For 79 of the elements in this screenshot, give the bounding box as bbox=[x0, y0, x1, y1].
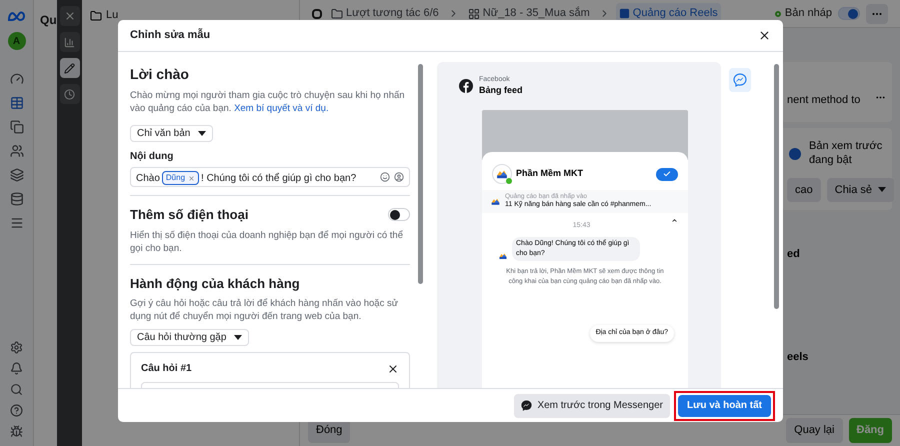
format-dropdown[interactable]: Chỉ văn bản bbox=[130, 125, 214, 142]
close-button[interactable] bbox=[60, 6, 80, 26]
save-button[interactable]: Lưu và hoàn tất bbox=[678, 394, 771, 416]
messenger-button[interactable] bbox=[729, 68, 751, 92]
remove-icon[interactable] bbox=[188, 174, 196, 182]
tree-item[interactable]: Lu bbox=[106, 10, 118, 21]
preview-label: Bản xem trước đang bật bbox=[809, 140, 884, 168]
close-icon bbox=[64, 10, 76, 22]
table-icon[interactable] bbox=[10, 96, 24, 110]
facebook-logo-icon bbox=[459, 79, 473, 93]
panel-title: Qu bbox=[40, 13, 57, 27]
question-title: Câu hỏi #1 bbox=[141, 362, 192, 376]
message-field[interactable]: Chào Dũng ! Chúng tôi có thể giúp gì cho bạn? bbox=[130, 167, 410, 187]
edit-button[interactable] bbox=[60, 58, 80, 78]
status-label: Bản nháp bbox=[784, 6, 832, 22]
settings-icon[interactable] bbox=[10, 341, 23, 354]
gauge-icon[interactable] bbox=[10, 72, 24, 86]
page-name: Phần Mềm MKT bbox=[516, 167, 584, 180]
breadcrumb-item[interactable]: Nữ_18 - 35_Mua sắm bbox=[464, 3, 593, 24]
caret-icon bbox=[234, 335, 242, 340]
stack-icon[interactable] bbox=[10, 192, 24, 206]
section-description: Hiển thị số điện thoại của doanh nghiệp bạn để mọi người có thể gọi cho bạn. bbox=[130, 228, 404, 254]
page-logo-icon bbox=[498, 251, 508, 262]
placement-label: Bảng feed bbox=[479, 84, 523, 96]
bug-icon[interactable] bbox=[10, 425, 23, 438]
bar-chart-icon bbox=[64, 36, 75, 48]
section-heading: Hành động của khách hàng bbox=[130, 274, 301, 293]
check-icon bbox=[663, 170, 671, 178]
preview-toggle[interactable] bbox=[789, 148, 801, 160]
folder-icon bbox=[331, 8, 343, 20]
pages-icon[interactable] bbox=[10, 120, 24, 134]
verified-button[interactable] bbox=[656, 168, 678, 180]
notice-text: nent method to bbox=[787, 93, 860, 108]
panel-button[interactable]: cao bbox=[787, 178, 821, 202]
grid-icon bbox=[468, 8, 480, 20]
ad-icon bbox=[618, 8, 630, 19]
messenger-preview-button[interactable]: Xem trước trong Messenger bbox=[514, 394, 670, 418]
emoji-icon[interactable] bbox=[380, 172, 390, 182]
history-button[interactable] bbox=[60, 84, 80, 104]
menu-icon[interactable] bbox=[10, 216, 24, 230]
messenger-icon bbox=[733, 73, 747, 87]
close-icon[interactable] bbox=[758, 29, 771, 42]
section-heading: Lời chào bbox=[130, 65, 190, 84]
layers-icon[interactable] bbox=[10, 168, 24, 182]
message-text: ! Chúng tôi có thể giúp gì cho bạn? bbox=[201, 172, 356, 186]
status-toggle[interactable] bbox=[838, 7, 860, 20]
folder-icon bbox=[90, 10, 102, 22]
message-text: Chào bbox=[136, 172, 160, 186]
clock-icon bbox=[64, 88, 75, 100]
scroll-up-icon[interactable] bbox=[671, 216, 678, 224]
bell-icon[interactable] bbox=[10, 362, 23, 375]
field-label: Nội dung bbox=[130, 150, 174, 164]
help-icon[interactable] bbox=[10, 404, 23, 417]
back-button[interactable]: Quay lại bbox=[786, 418, 842, 443]
pencil-icon bbox=[64, 62, 75, 74]
close-icon[interactable] bbox=[387, 362, 399, 374]
section-description: Gợi ý câu hỏi hoặc câu trả lời để khách hàng nhấn vào hoặc sử dụng nút để chuyển mọi người đến trang web của bạn. bbox=[130, 297, 400, 323]
dialog-title: Chỉnh sửa mẫu bbox=[130, 27, 210, 44]
meta-logo-icon[interactable] bbox=[6, 10, 26, 22]
more-button[interactable] bbox=[866, 4, 888, 24]
personalize-icon[interactable] bbox=[394, 172, 404, 182]
name-token[interactable]: Dũng bbox=[162, 171, 200, 185]
caret-icon bbox=[878, 187, 886, 192]
phone-toggle[interactable] bbox=[388, 208, 410, 222]
panel-button[interactable]: Chia sẻ bbox=[826, 178, 894, 202]
section-label: ed bbox=[787, 247, 800, 262]
tips-link[interactable]: Xem bí quyết và ví dụ. bbox=[234, 103, 329, 114]
people-icon[interactable] bbox=[10, 144, 24, 158]
scrollbar[interactable] bbox=[418, 64, 423, 284]
scrollbar[interactable] bbox=[774, 64, 779, 309]
action-dropdown[interactable]: Câu hỏi thường gặp bbox=[130, 329, 250, 346]
section-label: eels bbox=[787, 350, 808, 364]
chart-button[interactable] bbox=[60, 32, 80, 52]
section-heading: Thêm số điện thoại bbox=[130, 206, 248, 224]
messenger-icon bbox=[521, 400, 532, 411]
caret-icon bbox=[198, 131, 206, 136]
section-description: Chào mừng mọi người tham gia cuộc trò chuyện sau khi họ nhấn vào quảng cáo của bạn. Xem bí quyết và ví dụ. bbox=[130, 89, 406, 115]
breadcrumb-item[interactable]: Lượt tương tác 6/6 bbox=[328, 3, 442, 24]
search-icon[interactable] bbox=[10, 383, 23, 396]
